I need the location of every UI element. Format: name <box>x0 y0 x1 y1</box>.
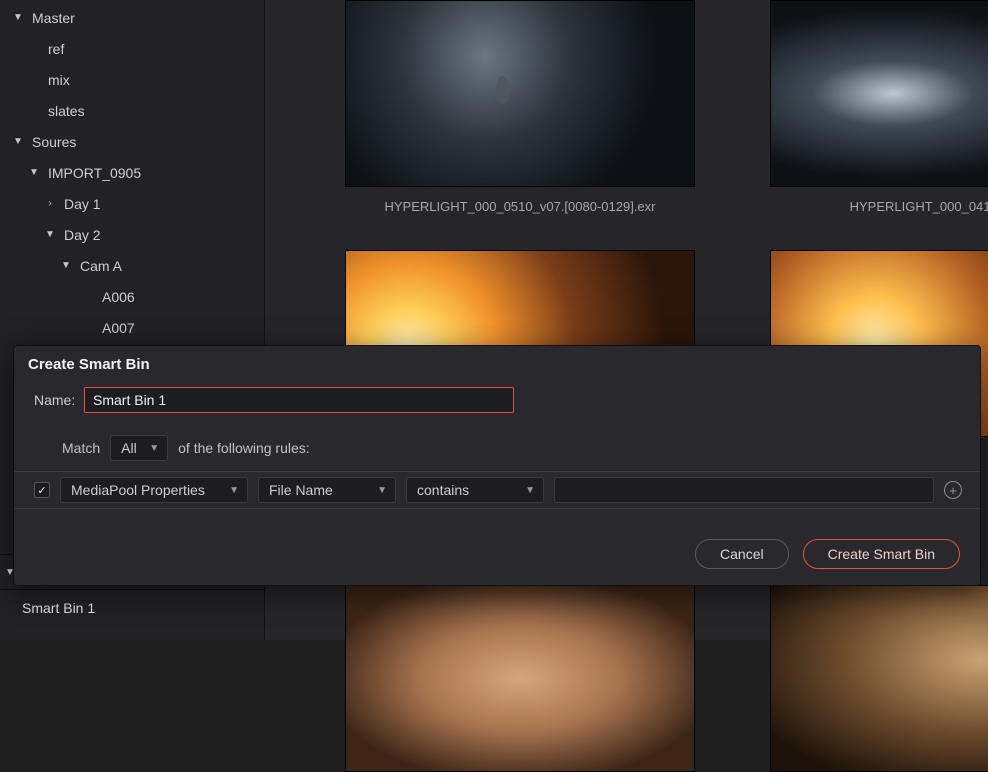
rule-field-dropdown[interactable]: File Name ▼ <box>258 477 396 503</box>
media-clip[interactable] <box>770 585 988 772</box>
name-input[interactable] <box>84 387 514 413</box>
smart-bin-item[interactable]: Smart Bin 1 <box>0 590 265 625</box>
create-smart-bin-dialog: Create Smart Bin Name: Match All ▼ of th… <box>13 345 981 586</box>
bin-tree-item[interactable]: › Day 1 <box>0 188 264 219</box>
clip-thumbnail[interactable] <box>770 585 988 772</box>
clip-thumbnail[interactable] <box>345 585 695 772</box>
bin-tree-label: mix <box>48 72 70 88</box>
chevron-down-icon: ▼ <box>377 485 387 496</box>
bin-tree-label: Soures <box>32 134 76 150</box>
add-rule-button[interactable]: + <box>944 481 962 499</box>
name-label: Name: <box>34 392 84 408</box>
bin-tree-label: A007 <box>102 320 135 336</box>
bin-tree-item[interactable]: ▼ Master <box>0 2 264 33</box>
create-smart-bin-button[interactable]: Create Smart Bin <box>803 539 960 569</box>
plus-icon: + <box>949 484 957 497</box>
match-row: Match All ▼ of the following rules: <box>14 419 980 471</box>
chevron-down-icon: ▼ <box>525 485 535 496</box>
chevron-down-icon: ▼ <box>229 485 239 496</box>
bin-tree-label: ref <box>48 41 64 57</box>
rule-enabled-checkbox[interactable]: ✓ <box>34 482 50 498</box>
bin-tree-item[interactable]: A007 <box>0 312 264 343</box>
chevron-down-icon[interactable]: ▼ <box>10 12 26 23</box>
chevron-down-icon[interactable]: ▼ <box>26 167 42 178</box>
create-button-label: Create Smart Bin <box>828 546 935 562</box>
match-label-pre: Match <box>62 440 100 456</box>
bin-tree-item[interactable]: slates <box>0 95 264 126</box>
match-label-post: of the following rules: <box>178 440 310 456</box>
bin-tree-label: IMPORT_0905 <box>48 165 141 181</box>
rule-operator-dropdown[interactable]: contains ▼ <box>406 477 544 503</box>
bin-tree-item[interactable]: ▼ Soures <box>0 126 264 157</box>
media-clip[interactable]: HYPERLIGHT_000_0510_v07.[0080-0129].exr <box>345 0 695 214</box>
rule-value-input[interactable] <box>554 477 934 503</box>
media-clip[interactable] <box>345 585 695 772</box>
match-dropdown-value: All <box>121 440 137 456</box>
chevron-down-icon: ▼ <box>149 443 159 454</box>
bin-tree-item[interactable]: ▼ Cam A <box>0 250 264 281</box>
chevron-down-icon[interactable]: ▼ <box>10 136 26 147</box>
clip-thumbnail[interactable] <box>345 0 695 187</box>
bin-tree-item[interactable]: ▼ IMPORT_0905 <box>0 157 264 188</box>
rule-property-dropdown[interactable]: MediaPool Properties ▼ <box>60 477 248 503</box>
rule-property-value: MediaPool Properties <box>71 482 205 498</box>
cancel-button[interactable]: Cancel <box>695 539 789 569</box>
cancel-button-label: Cancel <box>720 546 764 562</box>
bin-tree-label: A006 <box>102 289 135 305</box>
bin-tree-label: Master <box>32 10 75 26</box>
bin-tree-item[interactable]: ref <box>0 33 264 64</box>
name-row: Name: <box>14 381 980 419</box>
smart-bin-label: Smart Bin 1 <box>22 600 95 616</box>
bin-tree-label: Day 1 <box>64 196 101 212</box>
dialog-title: Create Smart Bin <box>14 346 980 381</box>
bin-tree-item[interactable]: ▼ Day 2 <box>0 219 264 250</box>
media-clip[interactable]: HYPERLIGHT_000_0410_v28.[0 <box>770 0 988 214</box>
bin-tree-label: Cam A <box>80 258 122 274</box>
clip-filename: HYPERLIGHT_000_0510_v07.[0080-0129].exr <box>384 199 655 214</box>
chevron-right-icon[interactable]: › <box>42 198 58 209</box>
match-dropdown[interactable]: All ▼ <box>110 435 168 461</box>
bin-tree-item[interactable]: A006 <box>0 281 264 312</box>
clip-filename: HYPERLIGHT_000_0410_v28.[0 <box>850 199 988 214</box>
bin-tree-label: slates <box>48 103 85 119</box>
chevron-down-icon[interactable]: ▼ <box>42 229 58 240</box>
rule-field-value: File Name <box>269 482 333 498</box>
bin-tree-item[interactable]: mix <box>0 64 264 95</box>
rule-row: ✓ MediaPool Properties ▼ File Name ▼ con… <box>14 471 980 509</box>
bin-tree-label: Day 2 <box>64 227 101 243</box>
rule-operator-value: contains <box>417 482 469 498</box>
chevron-down-icon[interactable]: ▼ <box>58 260 74 271</box>
clip-thumbnail[interactable] <box>770 0 988 187</box>
